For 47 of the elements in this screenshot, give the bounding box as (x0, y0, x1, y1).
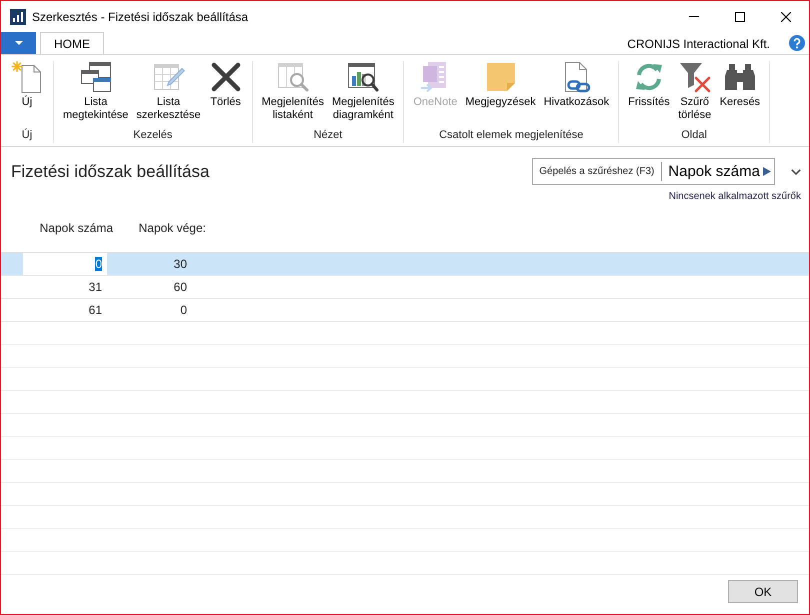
clear-filter-button[interactable]: Szűrő törlése (674, 61, 715, 122)
show-chart-button[interactable]: Megjelenítés diagramként (328, 61, 398, 122)
group-label: Nézet (314, 128, 342, 143)
new-document-icon[interactable] (11, 61, 43, 93)
group-label: Új (22, 128, 32, 143)
group-label: Csatolt elemek megjelenítése (439, 128, 584, 143)
new-button[interactable]: Új (7, 61, 47, 109)
company-name: CRONIJS Interactional Kft. (627, 37, 770, 51)
notes-button[interactable]: Megjegyzések (462, 61, 539, 109)
windows-icon[interactable] (80, 61, 112, 93)
delete-icon[interactable] (210, 61, 242, 93)
chart-icon (10, 8, 26, 24)
column-dropdown[interactable]: Napok száma (668, 159, 774, 184)
table-row[interactable]: 0 30 (1, 253, 809, 276)
links-button[interactable]: Hivatkozások (540, 61, 612, 109)
close-icon[interactable] (781, 12, 791, 22)
group-label: Kezelés (133, 128, 172, 143)
column-header[interactable]: Napok vége: (117, 221, 210, 235)
refresh-button[interactable]: Frissítés (625, 61, 673, 109)
table-cell-text: 61 (88, 302, 103, 319)
group-label: Oldal (681, 128, 707, 143)
delete-button[interactable]: Törlés (206, 61, 246, 109)
caret-down-icon[interactable] (14, 41, 22, 45)
find-button[interactable]: Keresés (716, 61, 764, 109)
binoculars-icon[interactable] (724, 61, 756, 93)
funnel-x-icon[interactable] (678, 61, 711, 93)
view-list-button[interactable]: Lista megtekintése (60, 61, 132, 122)
column-header[interactable]: Napok száma (23, 221, 117, 235)
table-cell-text: 30 (172, 256, 188, 273)
page-title: Fizetési időszak beállítása (11, 162, 210, 182)
arrow-icon[interactable] (763, 167, 771, 176)
filter-status: Nincsenek alkalmazott szűrők (668, 191, 801, 202)
table-cell-text: 0 (179, 302, 188, 319)
edit-list-button[interactable]: Lista szerkesztése (133, 61, 204, 122)
table-cell-text: 60 (172, 279, 188, 296)
ok-button[interactable]: OK (728, 580, 798, 603)
table-cell-text: 31 (88, 279, 103, 296)
chart-magnifier-icon[interactable] (347, 61, 380, 93)
help-icon[interactable] (789, 35, 805, 51)
cell-input-field[interactable]: 0 (23, 253, 107, 275)
chevron-down-icon[interactable] (791, 168, 801, 174)
show-list-button[interactable]: Megjelenítés listaként (258, 61, 327, 122)
filter-bar[interactable]: Gépelés a szűréshez (F3) Napok száma (532, 158, 775, 185)
filter-input-field[interactable]: Gépelés a szűréshez (F3) (539, 162, 660, 182)
window-title: Szerkesztés - Fizetési időszak beállítása (32, 10, 248, 24)
maximize-icon[interactable] (735, 12, 745, 22)
ribbon-tab[interactable]: HOME (40, 32, 104, 54)
